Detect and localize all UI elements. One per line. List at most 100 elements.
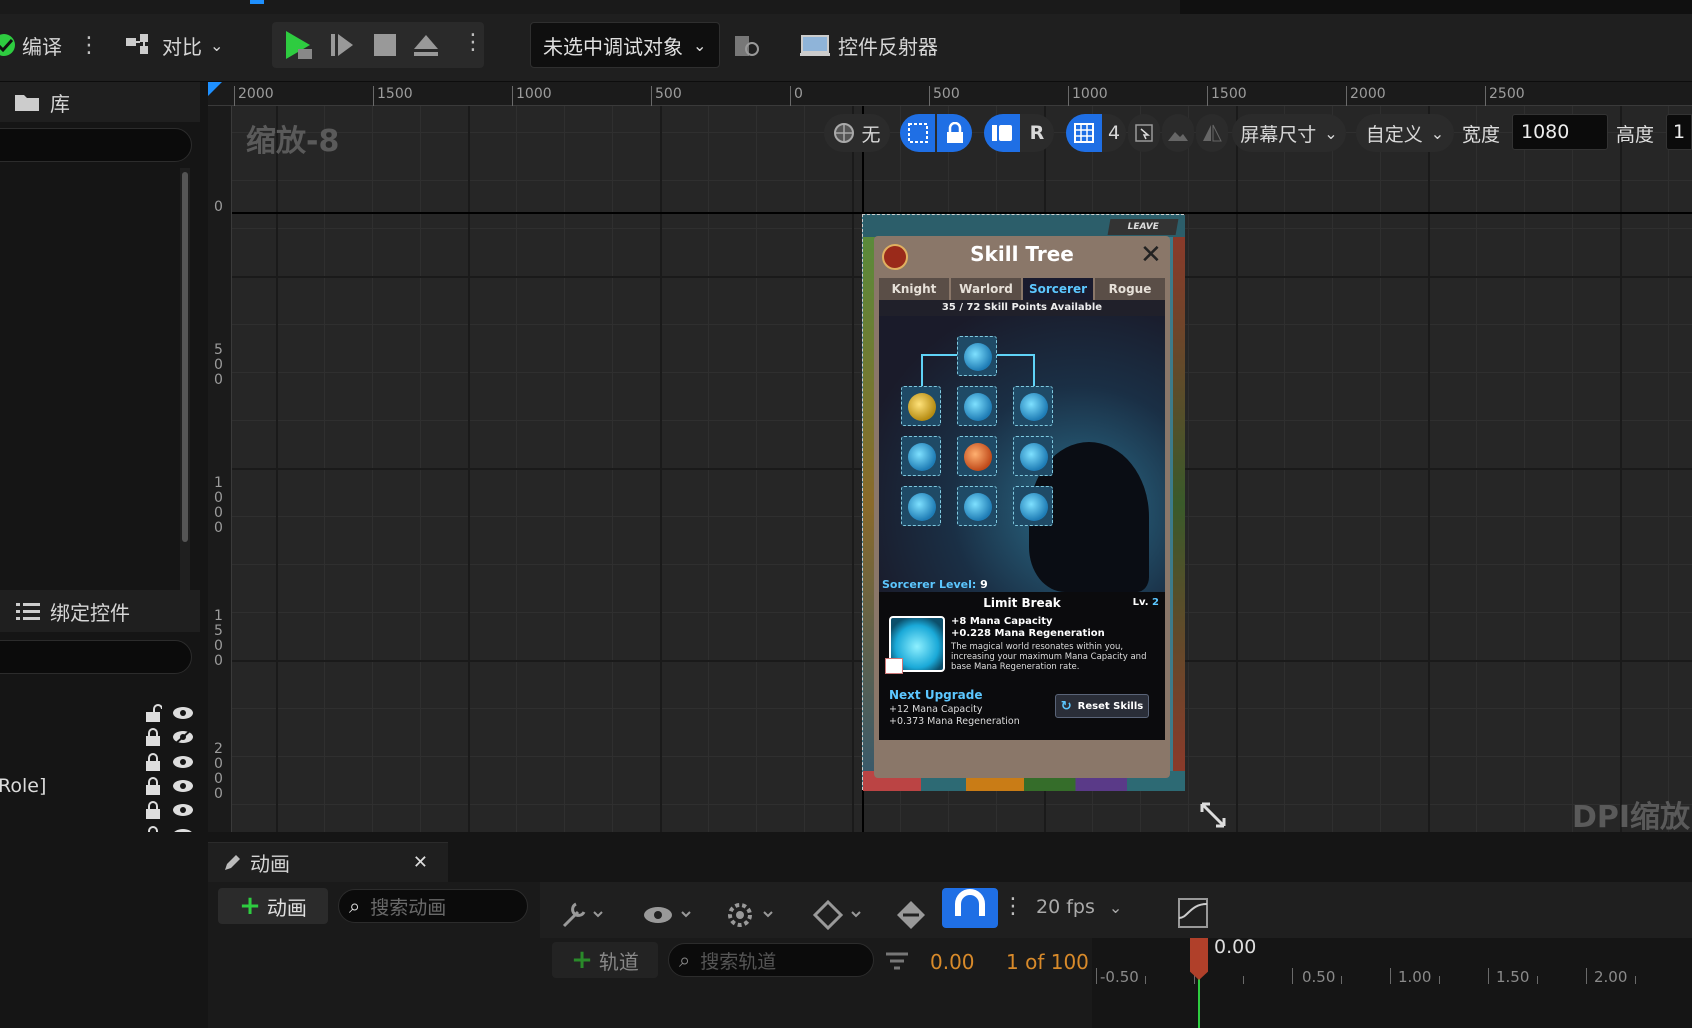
- grid-snap-value[interactable]: 4: [1102, 122, 1126, 144]
- background-image-icon[interactable]: [1162, 114, 1194, 152]
- skill-node[interactable]: [957, 436, 997, 476]
- eye-icon[interactable]: [172, 753, 194, 771]
- widget-reflector-button[interactable]: 控件反射器: [800, 22, 938, 68]
- timeline-tick: [1341, 976, 1342, 984]
- timeline-tick: [1586, 968, 1587, 984]
- filter-icon[interactable]: [884, 950, 910, 972]
- play-options-icon[interactable]: ⋮: [462, 30, 484, 55]
- flow-direction-icon[interactable]: [1128, 114, 1160, 152]
- close-icon[interactable]: ✕: [413, 852, 428, 873]
- screen-size-dropdown[interactable]: 屏幕尺寸 ⌄: [1232, 114, 1346, 152]
- bind-widget-row[interactable]: [0, 799, 200, 823]
- skill-node[interactable]: [1013, 486, 1053, 526]
- debug-find-icon[interactable]: [733, 32, 761, 60]
- bind-widget-row[interactable]: [0, 726, 200, 750]
- search-icon: ⌕: [349, 894, 361, 918]
- wrench-icon[interactable]: [560, 898, 606, 932]
- leave-button[interactable]: LEAVE: [1107, 219, 1179, 235]
- level-label: Sorcerer Level:: [882, 578, 977, 591]
- add-track-button[interactable]: + 轨道: [552, 942, 658, 978]
- snap-keys-icon[interactable]: [894, 898, 928, 932]
- reset-skills-button[interactable]: ↻ Reset Skills: [1055, 694, 1149, 718]
- magnet-snap-button[interactable]: [942, 888, 998, 928]
- grid-snap-icon[interactable]: [1066, 114, 1102, 152]
- snap-options-icon[interactable]: ⋮: [1002, 894, 1024, 919]
- mirror-icon[interactable]: [1196, 114, 1228, 152]
- library-scrollbar[interactable]: [180, 168, 190, 623]
- width-input[interactable]: 1080: [1512, 114, 1608, 150]
- lock-icon[interactable]: [144, 727, 162, 747]
- resize-handle-icon[interactable]: [1198, 800, 1228, 830]
- library-panel-header: 库: [0, 82, 200, 122]
- skill-node[interactable]: [901, 386, 941, 426]
- unlock-icon[interactable]: [144, 703, 162, 723]
- playhead-handle[interactable]: [1190, 938, 1208, 980]
- ruler-v-label: 0: [214, 199, 223, 215]
- ruler-v-label: 1 0 0 0: [214, 475, 223, 536]
- diff-label: 对比: [162, 34, 202, 59]
- ruler-h-label: 1000: [1072, 86, 1108, 102]
- eye-icon[interactable]: [642, 898, 694, 932]
- playhead-time: 0.00: [1214, 936, 1257, 958]
- screen-size-label: 屏幕尺寸: [1240, 123, 1317, 146]
- skill-node[interactable]: [1013, 436, 1053, 476]
- skill-node[interactable]: [901, 486, 941, 526]
- eye-hidden-icon[interactable]: [172, 728, 194, 746]
- compile-options-icon[interactable]: ⋮: [78, 22, 100, 68]
- ruler-tick: [790, 86, 791, 106]
- eye-icon[interactable]: [172, 801, 194, 819]
- lock-icon[interactable]: [144, 752, 162, 772]
- step-icon[interactable]: [328, 31, 356, 59]
- close-icon[interactable]: ✕: [1140, 240, 1162, 270]
- curve-editor-icon[interactable]: [1176, 896, 1210, 930]
- stop-icon[interactable]: [372, 32, 398, 58]
- widget-layout-icon[interactable]: [984, 114, 1020, 152]
- tab-sorcerer[interactable]: Sorcerer: [1023, 278, 1093, 300]
- search-track-input[interactable]: ⌕ 搜索轨道: [668, 943, 874, 977]
- tree-connector: [1033, 354, 1035, 388]
- eye-icon[interactable]: [172, 777, 194, 795]
- skill-node[interactable]: [1013, 386, 1053, 426]
- timeline-tick: [1439, 976, 1440, 984]
- r-toggle[interactable]: R: [1020, 122, 1054, 144]
- stat-mana-regen: +0.228 Mana Regeneration: [951, 628, 1105, 639]
- skill-stats: +8 Mana Capacity +0.228 Mana Regeneration: [951, 616, 1105, 640]
- diff-button[interactable]: 对比 ⌄: [124, 22, 223, 68]
- fps-dropdown[interactable]: 20 fps ⌄: [1036, 896, 1122, 918]
- custom-size-dropdown[interactable]: 自定义 ⌄: [1356, 114, 1454, 152]
- current-time[interactable]: 0.00: [930, 950, 975, 974]
- main-toolbar: 编译 ⋮ 对比 ⌄ ⋮ 未选中调试对象 ⌄ 控件反射器: [0, 0, 1692, 82]
- height-input[interactable]: 1: [1666, 114, 1692, 150]
- eject-icon[interactable]: [412, 31, 440, 59]
- tab-rogue[interactable]: Rogue: [1095, 278, 1165, 300]
- timeline-tick-label: -0.50: [1100, 968, 1139, 986]
- gear-icon[interactable]: [724, 898, 776, 932]
- bind-widget-row[interactable]: [0, 751, 200, 775]
- debug-target-dropdown[interactable]: 未选中调试对象 ⌄: [530, 22, 720, 68]
- tab-warlord[interactable]: Warlord: [951, 278, 1021, 300]
- animation-tab-label: 动画: [250, 852, 290, 876]
- bind-widgets-title: 绑定控件: [50, 600, 130, 625]
- skill-node[interactable]: [901, 436, 941, 476]
- search-animation-input[interactable]: ⌕ 搜索动画: [338, 889, 528, 923]
- skill-node[interactable]: [957, 336, 997, 376]
- play-icon[interactable]: [282, 29, 316, 61]
- lock-icon[interactable]: [144, 800, 162, 820]
- keyframe-icon[interactable]: [812, 898, 864, 932]
- bind-widget-row[interactable]: [0, 702, 200, 726]
- tab-knight[interactable]: Knight: [879, 278, 949, 300]
- animation-tab[interactable]: 动画 ✕: [208, 842, 448, 882]
- skill-node[interactable]: [957, 486, 997, 526]
- add-animation-button[interactable]: + 动画: [218, 888, 328, 924]
- skill-node[interactable]: [957, 386, 997, 426]
- localization-preview-button[interactable]: 无: [824, 114, 890, 152]
- library-search-input[interactable]: [0, 128, 192, 162]
- dashed-select-icon[interactable]: [900, 114, 935, 152]
- bind-widgets-search-input[interactable]: [0, 640, 192, 674]
- skill-name: Limit Break: [983, 596, 1061, 610]
- bind-widget-row[interactable]: Role]: [0, 775, 200, 799]
- eye-icon[interactable]: [172, 704, 194, 722]
- timeline-ruler[interactable]: -0.50 0.50 1.00 1.50 2.00: [1092, 938, 1692, 1028]
- lock-icon[interactable]: [144, 776, 162, 796]
- selection-lock-group: [900, 114, 972, 152]
